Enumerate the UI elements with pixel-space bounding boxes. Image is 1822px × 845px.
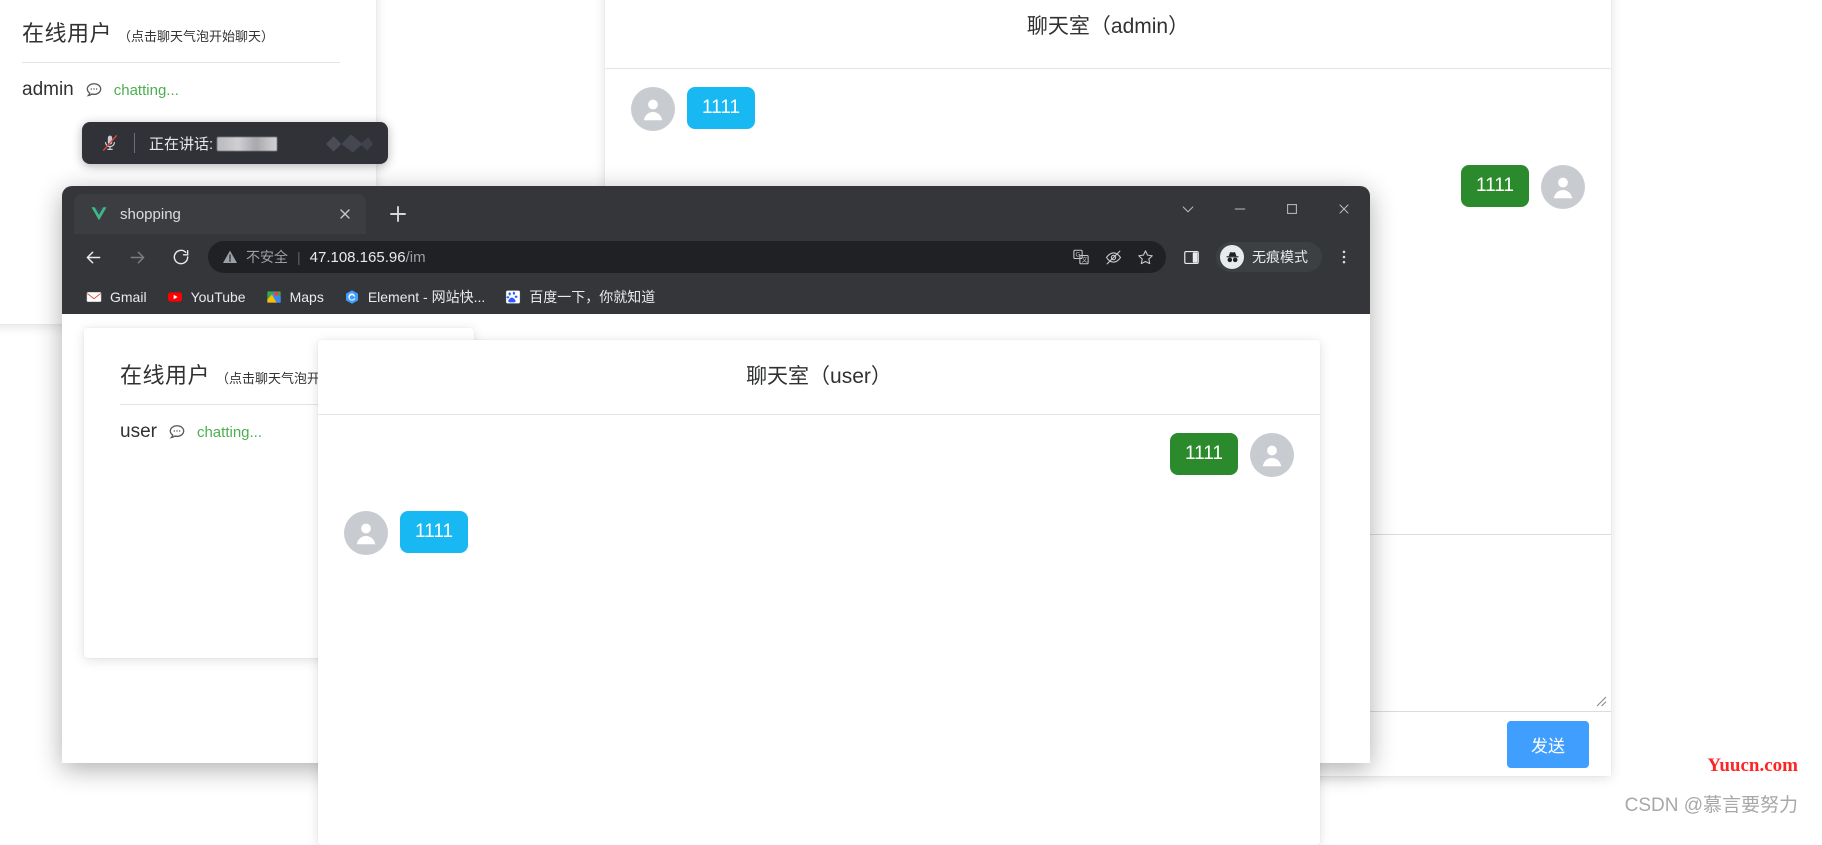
star-icon[interactable] (1130, 243, 1160, 271)
url-path: /im (405, 248, 426, 266)
close-window-button[interactable] (1318, 186, 1370, 232)
browser-tab-shopping[interactable]: shopping (74, 194, 366, 234)
insecure-label: 不安全 (246, 249, 288, 265)
chat-message: 1111 (631, 87, 1585, 131)
tab-strip: shopping (62, 186, 1370, 234)
incognito-indicator[interactable]: 无痕模式 (1216, 242, 1322, 272)
maps-icon (266, 289, 282, 305)
user-avatar-icon (1541, 165, 1585, 209)
chat-message-list: 1111 1111 (318, 415, 1320, 845)
user-avatar-icon (631, 87, 675, 131)
omnibox-actions: G 文 (1066, 243, 1160, 271)
new-tab-button[interactable] (384, 200, 412, 228)
microphone-muted-icon (100, 132, 120, 154)
translate-icon[interactable]: G 文 (1066, 243, 1096, 271)
side-panel-icon[interactable] (1174, 240, 1208, 274)
chat-message: 1111 (344, 511, 1294, 555)
online-user-status: chatting... (113, 81, 179, 99)
bookmark-baidu[interactable]: 百度一下，你就知道 (495, 283, 665, 311)
bookmark-maps[interactable]: Maps (256, 285, 334, 309)
online-users-title: 在线用户 (120, 363, 211, 388)
bookmark-label: Gmail (110, 289, 147, 305)
arrow-right-icon (120, 240, 154, 274)
arrow-left-icon[interactable] (76, 240, 110, 274)
gmail-icon (86, 289, 102, 305)
chat-bubble-incoming: 1111 (687, 87, 756, 129)
youtube-icon (167, 289, 183, 305)
user-chat-room: 聊天室（user） 1111 1111 (318, 340, 1320, 845)
chat-bubble-outgoing: 1111 (1460, 165, 1529, 207)
online-user-name: admin (22, 79, 74, 100)
bookmark-label: YouTube (190, 289, 246, 305)
redacted-speaker-name (217, 136, 278, 151)
online-user-status: chatting... (196, 423, 263, 441)
send-button[interactable]: 发送 (1507, 720, 1589, 768)
chevron-logo-icon (324, 132, 374, 154)
online-users-subtitle: （点击聊天气泡开始聊天） (118, 29, 275, 44)
chat-bubble-incoming: 1111 (400, 511, 469, 553)
user-avatar-icon (1250, 433, 1294, 477)
speaking-toast: 正在讲话: (82, 122, 388, 164)
element-icon (344, 289, 360, 305)
warning-triangle-icon (222, 249, 238, 265)
online-user-row-admin[interactable]: admin chatting... (0, 63, 376, 101)
online-users-header: 在线用户 （点击聊天气泡开始聊天） (0, 0, 376, 48)
bookmark-youtube[interactable]: YouTube (157, 285, 256, 309)
browser-toolbar: 不安全 | 47.108.165.96/im G 文 无痕模式 (62, 234, 1370, 280)
omnibox-separator: | (297, 249, 301, 265)
tab-search-button[interactable] (1162, 186, 1214, 232)
maximize-button[interactable] (1266, 186, 1318, 232)
minimize-button[interactable] (1214, 186, 1266, 232)
kebab-menu-icon[interactable] (1330, 242, 1358, 272)
toast-divider (134, 133, 135, 153)
chat-room-title: 聊天室（user） (318, 340, 1320, 415)
window-controls (1162, 186, 1370, 232)
bookmark-label: 百度一下，你就知道 (529, 289, 656, 305)
incognito-label: 无痕模式 (1252, 249, 1308, 265)
online-users-title: 在线用户 (22, 21, 113, 46)
bookmark-element[interactable]: Element - 网站快... (334, 283, 495, 311)
user-avatar-icon (344, 511, 388, 555)
address-bar-url: 47.108.165.96/im (310, 249, 426, 266)
chat-bubble-icon[interactable] (167, 422, 187, 442)
chat-message: 1111 (344, 433, 1294, 477)
address-bar[interactable]: 不安全 | 47.108.165.96/im G 文 (208, 241, 1166, 273)
browser-tab-title: shopping (120, 205, 181, 223)
close-icon[interactable] (336, 205, 354, 223)
bookmark-gmail[interactable]: Gmail (76, 285, 157, 309)
bookmark-label: Maps (289, 289, 324, 305)
incognito-icon (1220, 245, 1244, 269)
speaking-label: 正在讲话: (149, 133, 278, 154)
chat-bubble-icon[interactable] (84, 80, 104, 100)
chat-room-title: 聊天室（admin） (605, 0, 1611, 69)
reload-icon[interactable] (164, 240, 198, 274)
bookmarks-bar: Gmail YouTube Maps Element - 网站快... 百度一下… (62, 280, 1370, 314)
eye-off-icon[interactable] (1098, 243, 1128, 271)
vue-logo-icon (90, 205, 108, 223)
bookmark-label: Element - 网站快... (367, 289, 486, 305)
chat-bubble-outgoing: 1111 (1169, 433, 1238, 475)
watermark-site: Yuucn.com (1707, 755, 1798, 776)
online-user-name: user (120, 421, 157, 442)
screenshot-root: 在线用户 （点击聊天气泡开始聊天） admin chatting... 正在讲话… (0, 0, 1822, 845)
speaking-label-text: 正在讲话: (149, 135, 214, 153)
url-host: 47.108.165.96 (309, 248, 406, 266)
baidu-icon (505, 289, 521, 305)
watermark-author: CSDN @慕言要努力 (1624, 795, 1798, 816)
